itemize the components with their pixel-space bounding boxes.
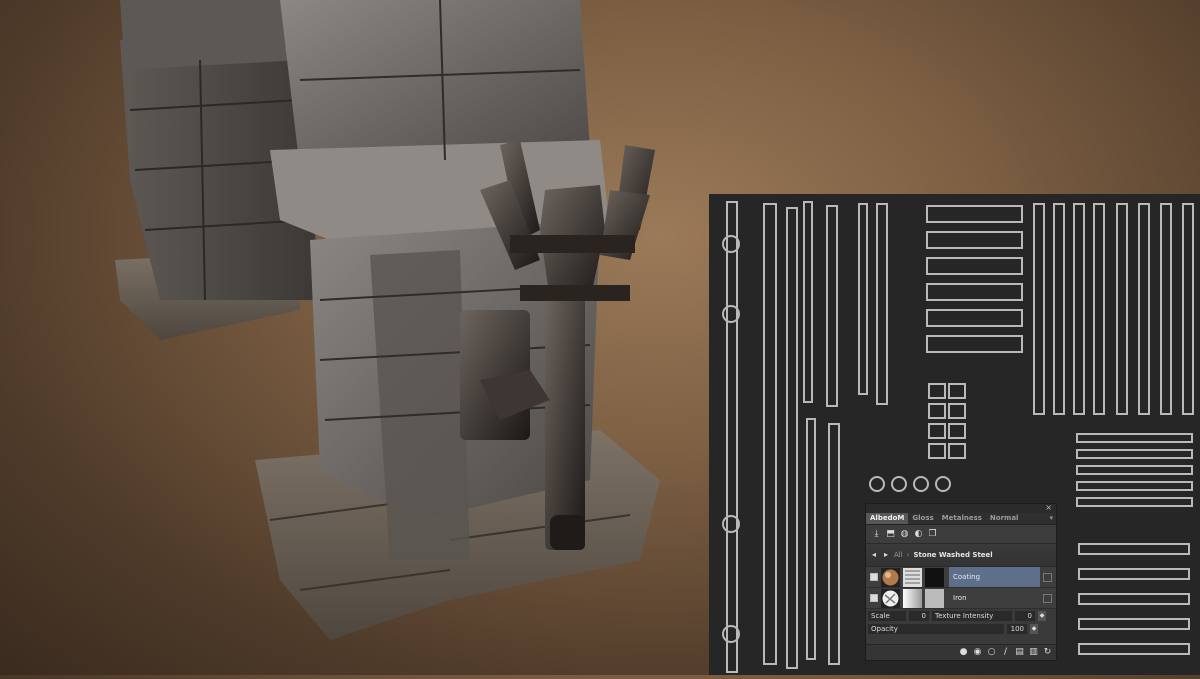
material-sphere-thumbnail <box>881 588 900 608</box>
layer-name: Coating <box>949 567 1040 587</box>
layer-toolbar: ⤓ ⬒ ◍ ◐ ❐ <box>866 525 1056 543</box>
folder-icon[interactable]: ▤ <box>1015 648 1024 657</box>
opacity-value-input[interactable]: 100 <box>1007 624 1027 634</box>
texture-thumbnail <box>903 588 922 608</box>
scale-intensity-row: Scale 0 Texture Intensity 0 ◆ <box>866 610 1056 622</box>
layer-visibility-checkbox[interactable] <box>870 594 878 602</box>
duplicate-icon[interactable]: ❐ <box>928 529 937 539</box>
breadcrumb-root[interactable]: All <box>894 551 903 559</box>
import-icon[interactable]: ⤓ <box>872 529 881 539</box>
breadcrumb-separator: › <box>906 551 910 559</box>
tab-albedom[interactable]: AlbedoM <box>866 513 909 524</box>
mask-thumbnail <box>925 567 944 587</box>
tab-gloss[interactable]: Gloss <box>908 513 937 524</box>
sphere-icon[interactable]: ◉ <box>973 648 982 657</box>
tab-normal[interactable]: Normal <box>986 513 1023 524</box>
opacity-stepper[interactable]: ◆ <box>1030 624 1038 634</box>
layer-options-checkbox[interactable] <box>1043 593 1052 603</box>
pen-icon[interactable]: ∕ <box>1001 648 1010 657</box>
export-icon[interactable]: ⬒ <box>886 529 895 539</box>
texture-intensity-stepper[interactable]: ◆ <box>1038 611 1046 621</box>
3d-viewport[interactable]: × AlbedoM Gloss Metalness Normal ▾ ⤓ ⬒ ◍… <box>0 0 1200 675</box>
opacity-label: Opacity <box>871 625 898 633</box>
scale-value-input[interactable]: 0 <box>909 611 929 621</box>
tab-metalness[interactable]: Metalness <box>938 513 986 524</box>
texture-thumbnail <box>903 567 922 587</box>
circle-icon[interactable]: ○ <box>987 648 996 657</box>
forward-arrow-icon[interactable]: ▸ <box>882 550 890 560</box>
channel-tabs: AlbedoM Gloss Metalness Normal ▾ <box>866 513 1056 525</box>
layer-name: Iron <box>953 594 967 602</box>
brush-icon[interactable]: ● <box>959 648 968 657</box>
layer-visibility-checkbox[interactable] <box>870 573 878 581</box>
layer-row-iron[interactable]: Iron <box>866 588 1056 609</box>
close-icon[interactable]: × <box>1045 503 1052 512</box>
panel-titlebar[interactable]: × <box>866 503 1056 513</box>
tabs-menu-icon[interactable]: ▾ <box>1049 513 1056 524</box>
back-arrow-icon[interactable]: ◂ <box>870 550 878 560</box>
scale-label: Scale <box>868 611 906 621</box>
material-sphere-thumbnail <box>881 567 900 587</box>
mask-icon[interactable]: ◐ <box>914 529 923 539</box>
material-layer-panel: × AlbedoM Gloss Metalness Normal ▾ ⤓ ⬒ ◍… <box>865 503 1057 661</box>
opacity-row: Opacity 100 ◆ <box>866 623 1056 635</box>
mask-thumbnail <box>925 588 944 608</box>
opacity-slider[interactable]: Opacity <box>868 624 1004 634</box>
layer-row-coating[interactable]: Coating <box>866 567 1056 588</box>
trash-icon[interactable]: ▥ <box>1029 648 1038 657</box>
stone-pillar-model <box>115 0 660 640</box>
refresh-icon[interactable]: ↻ <box>1043 648 1052 657</box>
breadcrumb-current: Stone Washed Steel <box>913 551 993 559</box>
texture-intensity-label: Texture Intensity <box>932 611 1012 621</box>
panel-bottom-toolbar: ● ◉ ○ ∕ ▤ ▥ ↻ <box>866 644 1056 660</box>
breadcrumb: ◂ ▸ All › Stone Washed Steel <box>866 543 1056 567</box>
texture-intensity-input[interactable]: 0 <box>1015 611 1035 621</box>
layer-options-checkbox[interactable] <box>1043 572 1052 582</box>
add-layer-icon[interactable]: ◍ <box>900 529 909 539</box>
